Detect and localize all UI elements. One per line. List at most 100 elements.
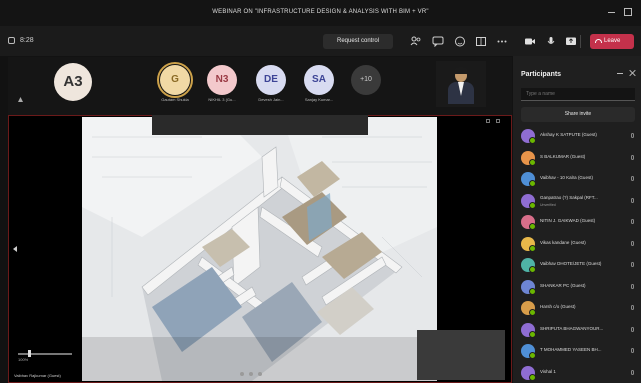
expand-icon[interactable]: [486, 119, 490, 123]
video-tile[interactable]: [436, 61, 486, 107]
mic-icon: [631, 133, 634, 138]
participant-row[interactable]: Vishal 1: [519, 364, 639, 382]
participant-status: Unverified: [540, 202, 556, 207]
minimize-icon[interactable]: [606, 7, 618, 17]
page-dot[interactable]: [258, 372, 262, 376]
mic-icon: [631, 176, 634, 181]
avatar: [521, 215, 536, 230]
participant-row[interactable]: Harsh c/o (Guest): [519, 299, 639, 317]
participant-name: Vaibhav DHOTE/JETE (Guest): [540, 261, 602, 266]
avatar[interactable]: G: [160, 65, 190, 95]
participant-name: S BALKUMAR (Guest): [540, 153, 586, 159]
page-dots: [240, 369, 270, 376]
participant-row[interactable]: SHANKAR PC (Guest): [519, 278, 639, 296]
page-dot[interactable]: [249, 372, 253, 376]
avatar: [521, 150, 536, 166]
participant-row[interactable]: NITIN J. GAIKWAD (Guest): [519, 213, 639, 231]
chat-icon[interactable]: [432, 36, 444, 47]
avatar: [521, 365, 536, 381]
avatar[interactable]: A3: [54, 63, 92, 101]
zoom-slider[interactable]: [18, 353, 72, 355]
presenter-name: Vaibhav Rajkumar (Guest): [14, 373, 61, 378]
avatar: [521, 301, 536, 316]
participant-row[interactable]: S BALKUMAR (Guest): [519, 149, 639, 167]
participant-row[interactable]: Ganpatrao (?) Sakpal (RFT... Unverified: [519, 192, 639, 210]
mic-icon: [631, 283, 634, 289]
panel-title: Participants: [521, 71, 562, 78]
participant-name: SHANKAR PC (Guest): [540, 282, 586, 288]
participant-name: Akshay K SATPUTE (Guest): [540, 132, 597, 137]
more-icon[interactable]: [496, 36, 508, 47]
toolbar-divider: [580, 35, 581, 48]
avatar: [521, 236, 536, 252]
mic-icon: [631, 219, 634, 224]
participant-row[interactable]: Vikas kandane (Guest): [519, 235, 639, 253]
mic-icon: [631, 262, 634, 267]
participant-caption: NIKHIL 3 (Gu...: [208, 97, 236, 102]
meeting-timer: 8:28: [20, 37, 34, 44]
popout-icon[interactable]: [496, 119, 500, 123]
zoom-slider-handle[interactable]: [28, 350, 31, 357]
close-icon[interactable]: [629, 69, 637, 77]
mic-icon: [631, 326, 634, 332]
participant-caption: Sanjay Kumar...: [304, 97, 334, 102]
participants-panel: Participants Share invite Akshay K SATPU…: [513, 56, 641, 383]
avatar: [521, 129, 536, 144]
shared-content-image: [82, 117, 437, 381]
meeting-toolbar: 8:28 Request control Leave: [0, 26, 641, 56]
window-title: WEBINAR ON "INFRASTRUCTURE DESIGN & ANAL…: [212, 9, 429, 15]
reactions-icon[interactable]: [454, 36, 466, 47]
mic-icon: [631, 197, 634, 203]
mic-icon: [631, 305, 634, 310]
leave-label: Leave: [604, 38, 621, 44]
phone-icon: [595, 39, 602, 43]
more-participants-button[interactable]: +10: [351, 65, 381, 95]
rooms-icon[interactable]: [475, 36, 487, 47]
page-dot[interactable]: [240, 372, 244, 376]
participant-row[interactable]: SHRIPUTA BHAGWANYOUR...: [519, 321, 639, 339]
participant-name: Vaibhav - 10 Kalra (Guest): [540, 175, 593, 180]
picture-in-picture-tile[interactable]: [417, 330, 505, 380]
chevron-left-icon[interactable]: [13, 246, 17, 252]
avatar[interactable]: DE: [256, 65, 286, 95]
person-hair: [454, 67, 468, 74]
request-control-button[interactable]: Request control: [323, 34, 393, 49]
participant-name: SHRIPUTA BHAGWANYOUR...: [540, 325, 604, 331]
sharing-toolbar[interactable]: [152, 115, 368, 135]
participant-caption: Devesh Jain...: [258, 97, 284, 102]
participant-name: Ganpatrao (?) Sakpal (RFT...: [540, 194, 598, 200]
participant-row[interactable]: T MOHAMMED YASEEN BH...: [519, 342, 639, 360]
participant-name: Vikas kandane (Guest): [540, 239, 586, 245]
mic-icon: [631, 348, 634, 353]
participant-name: Harsh c/o (Guest): [540, 304, 576, 309]
avatar: [521, 322, 536, 338]
share-icon[interactable]: [565, 36, 577, 47]
participant-row[interactable]: Akshay K SATPUTE (Guest): [519, 127, 639, 145]
minimize-panel-icon[interactable]: [617, 73, 623, 74]
camera-icon[interactable]: [524, 36, 536, 47]
avatar: [521, 172, 536, 187]
participant-strip: A3 G Gautam Shukla N3 NIKHIL 3 (Gu... DE…: [8, 57, 512, 115]
search-input[interactable]: [521, 88, 635, 101]
title-bar: WEBINAR ON "INFRASTRUCTURE DESIGN & ANAL…: [0, 0, 641, 26]
mic-icon: [631, 240, 634, 246]
share-invite-button[interactable]: Share invite: [521, 107, 635, 122]
participant-name: NITIN J. GAIKWAD (Guest): [540, 218, 596, 223]
mic-icon: [631, 369, 634, 375]
participant-row[interactable]: Vaibhav - 10 Kalra (Guest): [519, 170, 639, 188]
avatar[interactable]: N3: [207, 65, 237, 95]
mic-icon: [631, 154, 634, 160]
participant-name: Vishal 1: [540, 368, 556, 374]
participant-caption: Gautam Shukla: [161, 97, 189, 102]
avatar[interactable]: SA: [304, 65, 334, 95]
participant-row[interactable]: Vaibhav DHOTE/JETE (Guest): [519, 256, 639, 274]
participants-icon[interactable]: [410, 36, 422, 47]
participant-name: T MOHAMMED YASEEN BH...: [540, 347, 602, 352]
leave-button[interactable]: Leave: [590, 34, 634, 49]
avatar: [521, 344, 536, 359]
mic-icon[interactable]: [545, 36, 557, 47]
avatar: [521, 258, 536, 273]
maximize-icon[interactable]: [622, 7, 634, 17]
pin-icon: [18, 97, 23, 102]
zoom-level: 100%: [18, 357, 29, 362]
